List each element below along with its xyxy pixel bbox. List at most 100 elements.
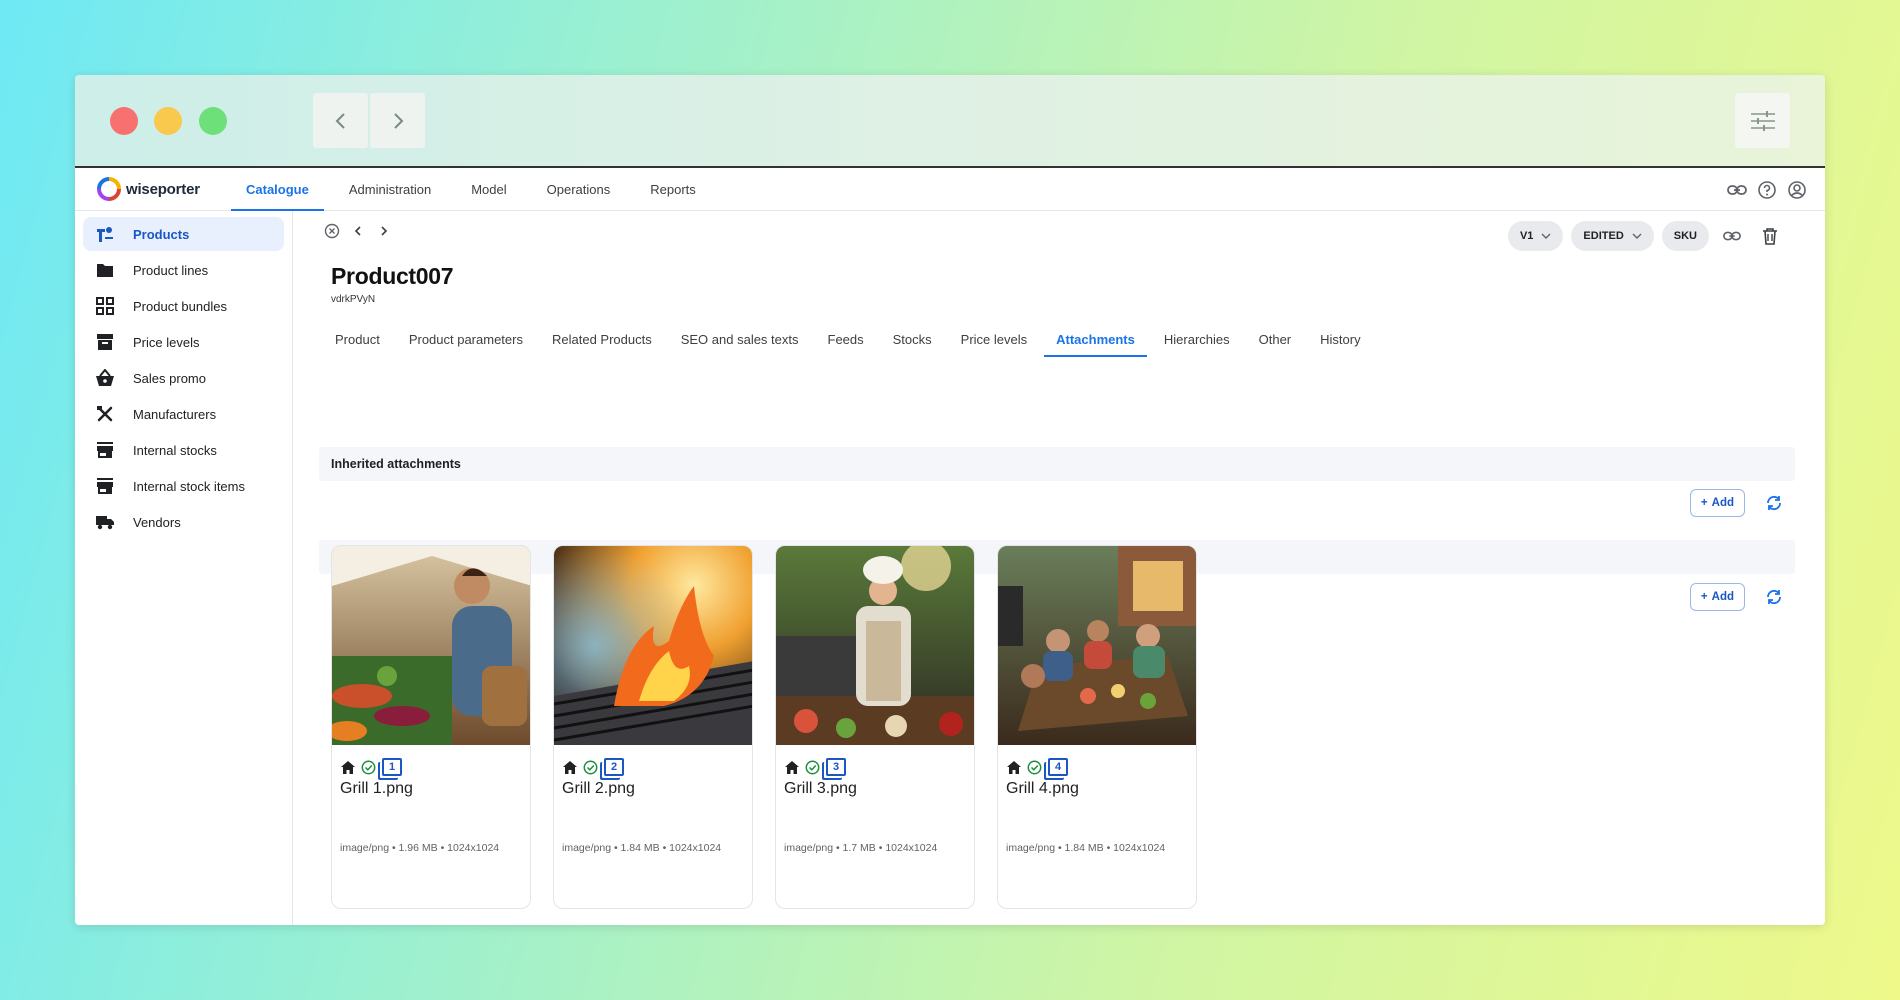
attachment-flags: 1 bbox=[341, 758, 530, 776]
sidebar-item-sales-promo[interactable]: Sales promo bbox=[83, 361, 284, 395]
tab-product[interactable]: Product bbox=[323, 321, 392, 357]
sidebar-item-internal-stocks[interactable]: Internal stocks bbox=[83, 433, 284, 467]
sidebar-item-label: Sales promo bbox=[133, 371, 206, 386]
main-nav: Catalogue Administration Model Operation… bbox=[231, 168, 721, 211]
attachment-meta: image/png • 1.84 MB • 1024x1024 bbox=[1006, 842, 1165, 854]
attachment-card[interactable]: 4 Grill 4.png image/png • 1.84 MB • 1024… bbox=[997, 545, 1197, 909]
attachments-actions: + Add bbox=[1690, 583, 1785, 611]
attachment-list: 1 Grill 1.png image/png • 1.96 MB • 1024… bbox=[331, 545, 1197, 909]
sliders-icon bbox=[1750, 110, 1776, 132]
attachment-card[interactable]: 1 Grill 1.png image/png • 1.96 MB • 1024… bbox=[331, 545, 531, 909]
add-attachment-button[interactable]: + Add bbox=[1690, 583, 1745, 611]
home-icon bbox=[1007, 761, 1021, 774]
add-label: Add bbox=[1712, 497, 1734, 509]
previous-record-icon[interactable] bbox=[350, 223, 366, 239]
attachment-meta: image/png • 1.96 MB • 1024x1024 bbox=[340, 842, 499, 854]
sidebar-item-manufacturers[interactable]: Manufacturers bbox=[83, 397, 284, 431]
add-inherited-attachment-button[interactable]: + Add bbox=[1690, 489, 1745, 517]
home-icon bbox=[563, 761, 577, 774]
product-tabs: Product Product parameters Related Produ… bbox=[323, 321, 1378, 357]
truck-icon bbox=[95, 512, 115, 532]
attachment-thumbnail[interactable] bbox=[776, 546, 975, 745]
tab-history[interactable]: History bbox=[1308, 321, 1372, 357]
browser-forward-button[interactable] bbox=[370, 93, 425, 148]
brand-logo[interactable]: wiseporter bbox=[97, 177, 217, 201]
sidebar-item-products[interactable]: Products bbox=[83, 217, 284, 251]
nav-reports[interactable]: Reports bbox=[635, 168, 711, 211]
attachment-flags: 4 bbox=[1007, 758, 1196, 776]
nav-operations[interactable]: Operations bbox=[532, 168, 626, 211]
tab-product-parameters[interactable]: Product parameters bbox=[397, 321, 535, 357]
nav-catalogue[interactable]: Catalogue bbox=[231, 168, 324, 211]
folder-icon bbox=[95, 260, 115, 280]
product-code: vdrkPVyN bbox=[331, 294, 375, 305]
link-icon[interactable] bbox=[1727, 180, 1747, 200]
record-nav bbox=[324, 223, 392, 239]
tab-seo-sales-texts[interactable]: SEO and sales texts bbox=[669, 321, 811, 357]
attachment-thumbnail[interactable] bbox=[998, 546, 1197, 745]
sidebar-item-label: Manufacturers bbox=[133, 407, 216, 422]
delete-icon[interactable] bbox=[1755, 221, 1785, 251]
browser-settings-button[interactable] bbox=[1735, 93, 1790, 148]
account-icon[interactable] bbox=[1787, 180, 1807, 200]
sidebar-item-internal-stock-items[interactable]: Internal stock items bbox=[83, 469, 284, 503]
refresh-icon[interactable] bbox=[1763, 586, 1785, 608]
archive-icon bbox=[95, 332, 115, 352]
attachment-thumbnail[interactable] bbox=[332, 546, 531, 745]
tab-feeds[interactable]: Feeds bbox=[816, 321, 876, 357]
attachment-thumbnail[interactable] bbox=[554, 546, 753, 745]
refresh-icon[interactable] bbox=[1763, 492, 1785, 514]
tab-stocks[interactable]: Stocks bbox=[881, 321, 944, 357]
browser-back-button[interactable] bbox=[313, 93, 368, 148]
order-badge: 3 bbox=[826, 758, 846, 776]
chevron-down-icon bbox=[1632, 233, 1642, 239]
sku-button[interactable]: SKU bbox=[1662, 221, 1709, 251]
attachment-flags: 3 bbox=[785, 758, 974, 776]
attachment-card[interactable]: 3 Grill 3.png image/png • 1.7 MB • 1024x… bbox=[775, 545, 975, 909]
tab-attachments[interactable]: Attachments bbox=[1044, 321, 1147, 357]
attachment-name: Grill 4.png bbox=[1006, 780, 1196, 798]
chevron-right-icon bbox=[388, 111, 408, 131]
attachment-meta: image/png • 1.84 MB • 1024x1024 bbox=[562, 842, 721, 854]
home-icon bbox=[341, 761, 355, 774]
add-label: Add bbox=[1712, 591, 1734, 603]
nav-administration[interactable]: Administration bbox=[334, 168, 446, 211]
sidebar-item-label: Vendors bbox=[133, 515, 181, 530]
check-circle-icon bbox=[805, 760, 820, 775]
sidebar-item-price-levels[interactable]: Price levels bbox=[83, 325, 284, 359]
maximize-window-button[interactable] bbox=[199, 107, 227, 135]
attachment-card[interactable]: 2 Grill 2.png image/png • 1.84 MB • 1024… bbox=[553, 545, 753, 909]
home-icon bbox=[785, 761, 799, 774]
record-controls: V1 EDITED SKU bbox=[1508, 221, 1785, 251]
next-record-icon[interactable] bbox=[376, 223, 392, 239]
minimize-window-button[interactable] bbox=[154, 107, 182, 135]
store-icon bbox=[95, 476, 115, 496]
version-value: V1 bbox=[1520, 230, 1533, 242]
order-badge: 2 bbox=[604, 758, 624, 776]
tab-hierarchies[interactable]: Hierarchies bbox=[1152, 321, 1242, 357]
sidebar-item-product-bundles[interactable]: Product bundles bbox=[83, 289, 284, 323]
inherited-attachments-header: Inherited attachments bbox=[319, 447, 1795, 481]
help-icon[interactable] bbox=[1757, 180, 1777, 200]
browser-chrome bbox=[75, 75, 1825, 168]
tools-icon bbox=[95, 404, 115, 424]
inherited-actions: + Add bbox=[1690, 489, 1785, 517]
close-circle-icon[interactable] bbox=[324, 223, 340, 239]
sidebar-item-product-lines[interactable]: Product lines bbox=[83, 253, 284, 287]
state-select[interactable]: EDITED bbox=[1571, 221, 1653, 251]
check-circle-icon bbox=[583, 760, 598, 775]
attachment-name: Grill 3.png bbox=[784, 780, 974, 798]
products-icon bbox=[95, 224, 115, 244]
version-select[interactable]: V1 bbox=[1508, 221, 1563, 251]
nav-model[interactable]: Model bbox=[456, 168, 521, 211]
sku-label: SKU bbox=[1674, 230, 1697, 242]
attachment-name: Grill 2.png bbox=[562, 780, 752, 798]
tab-other[interactable]: Other bbox=[1247, 321, 1304, 357]
sidebar-item-vendors[interactable]: Vendors bbox=[83, 505, 284, 539]
tab-related-products[interactable]: Related Products bbox=[540, 321, 664, 357]
close-window-button[interactable] bbox=[110, 107, 138, 135]
copy-link-icon[interactable] bbox=[1717, 221, 1747, 251]
grid-icon bbox=[95, 296, 115, 316]
tab-price-levels[interactable]: Price levels bbox=[949, 321, 1039, 357]
basket-icon bbox=[95, 368, 115, 388]
